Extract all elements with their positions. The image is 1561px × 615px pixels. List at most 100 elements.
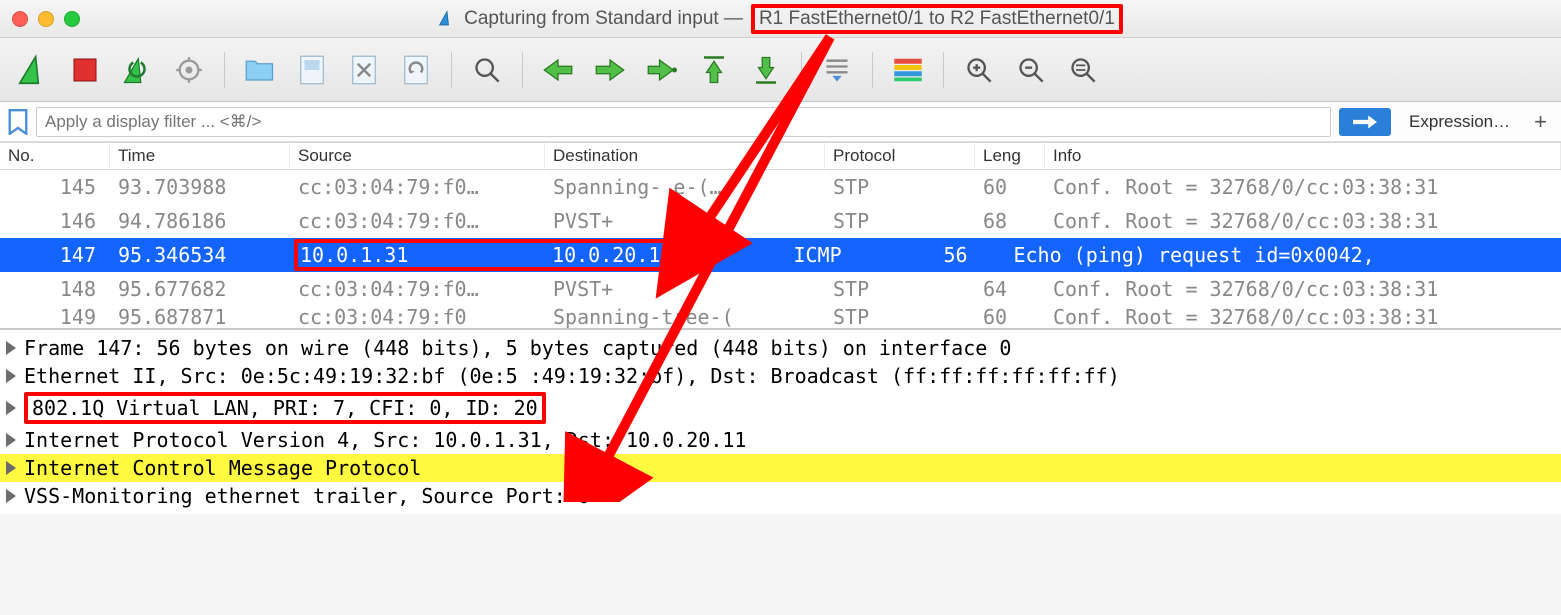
detail-icmp[interactable]: Internet Control Message Protocol [0,454,1561,482]
detail-ethernet[interactable]: Ethernet II, Src: 0e:5c:49:19:32:bf (0e:… [0,362,1561,390]
packet-no: 146 [0,209,110,233]
zoom-in-button[interactable] [956,47,1002,93]
packet-row[interactable]: 145 93.703988 cc:03:04:79:f0… Spanning- … [0,170,1561,204]
minimize-window-button[interactable] [38,11,54,27]
column-no[interactable]: No. [0,143,110,169]
arrow-right-icon [1352,114,1378,130]
go-previous-button[interactable] [535,47,581,93]
packet-protocol: STP [825,175,975,199]
open-file-button[interactable] [237,47,283,93]
display-filter-input[interactable] [36,107,1331,137]
window-title-prefix: Capturing from Standard input — [464,8,743,30]
column-protocol[interactable]: Protocol [825,143,975,169]
zoom-out-button[interactable] [1008,47,1054,93]
restart-capture-button[interactable] [114,47,160,93]
detail-vlan-text: 802.1Q Virtual LAN, PRI: 7, CFI: 0, ID: … [24,392,546,424]
packet-details-pane[interactable]: Frame 147: 56 bytes on wire (448 bits), … [0,328,1561,514]
column-time[interactable]: Time [110,143,290,169]
detail-vss[interactable]: VSS-Monitoring ethernet trailer, Source … [0,482,1561,510]
detail-frame[interactable]: Frame 147: 56 bytes on wire (448 bits), … [0,334,1561,362]
go-next-button[interactable] [587,47,633,93]
colorize-button[interactable] [885,47,931,93]
detail-frame-text: Frame 147: 56 bytes on wire (448 bits), … [24,336,1011,360]
detail-vss-text: VSS-Monitoring ethernet trailer, Source … [24,484,590,508]
column-length[interactable]: Leng [975,143,1045,169]
packet-source-dest-highlight: 10.0.1.31 10.0.20.11 [290,239,682,271]
go-first-button[interactable] [691,47,737,93]
packet-no: 149 [0,306,110,328]
close-file-button[interactable] [341,47,387,93]
expand-triangle-icon[interactable] [6,433,16,447]
packet-no: 148 [0,277,110,301]
packet-info: Conf. Root = 32768/0/cc:03:38:31 [1045,175,1561,199]
add-filter-button[interactable]: + [1528,109,1553,135]
packet-time: 93.703988 [110,175,290,199]
detail-eth-text: Ethernet II, Src: 0e:5c:49:19:32:bf (0e:… [24,364,1120,388]
packet-protocol: STP [825,277,975,301]
packet-protocol: ICMP [785,243,935,267]
packet-row[interactable]: 146 94.786186 cc:03:04:79:f0… PVST+ STP … [0,204,1561,238]
close-window-button[interactable] [12,11,28,27]
packet-source: cc:03:04:79:f0… [290,209,545,233]
packet-list[interactable]: 145 93.703988 cc:03:04:79:f0… Spanning- … [0,170,1561,328]
start-capture-button[interactable] [10,47,56,93]
column-source[interactable]: Source [290,143,545,169]
packet-row[interactable]: 148 95.677682 cc:03:04:79:f0… PVST+ STP … [0,272,1561,306]
titlebar: Capturing from Standard input — R1 FastE… [0,0,1561,38]
packet-time: 95.687871 [110,306,290,328]
detail-vlan[interactable]: 802.1Q Virtual LAN, PRI: 7, CFI: 0, ID: … [0,390,1561,426]
expand-triangle-icon[interactable] [6,369,16,383]
packet-no: 147 [0,243,110,267]
packet-info: Conf. Root = 32768/0/cc:03:38:31 [1045,277,1561,301]
expression-button[interactable]: Expression… [1399,112,1520,132]
packet-length: 56 [935,243,1005,267]
packet-destination: Spanning-tree-( [545,306,825,328]
app-icon [438,10,456,28]
apply-filter-button[interactable] [1339,108,1391,136]
packet-source: 10.0.1.31 [300,243,540,267]
expand-triangle-icon[interactable] [6,461,16,475]
display-filter-bar: Expression… + [0,102,1561,142]
window-title-interfaces: R1 FastEthernet0/1 to R2 FastEthernet0/1 [751,4,1123,34]
packet-destination: 10.0.20.11 [552,243,672,267]
find-packet-button[interactable] [464,47,510,93]
stop-capture-button[interactable] [62,47,108,93]
column-destination[interactable]: Destination [545,143,825,169]
reload-file-button[interactable] [393,47,439,93]
maximize-window-button[interactable] [64,11,80,27]
autoscroll-button[interactable] [814,47,860,93]
packet-destination: PVST+ [545,277,825,301]
expand-triangle-icon[interactable] [6,341,16,355]
bookmark-icon[interactable] [8,109,28,135]
packet-source: cc:03:04:79:f0… [290,175,545,199]
packet-time: 95.346534 [110,243,290,267]
expand-triangle-icon[interactable] [6,401,16,415]
packet-length: 68 [975,209,1045,233]
app-window: Capturing from Standard input — R1 FastE… [0,0,1561,514]
expand-triangle-icon[interactable] [6,489,16,503]
packet-no: 145 [0,175,110,199]
detail-icmp-text: Internet Control Message Protocol [24,456,421,480]
go-jump-button[interactable] [639,47,685,93]
packet-time: 94.786186 [110,209,290,233]
zoom-reset-button[interactable] [1060,47,1106,93]
packet-row-selected[interactable]: 147 95.346534 10.0.1.31 10.0.20.11 ICMP … [0,238,1561,272]
window-controls [12,11,80,27]
packet-row[interactable]: 149 95.687871 cc:03:04:79:f0 Spanning-tr… [0,306,1561,328]
packet-length: 64 [975,277,1045,301]
detail-ipv4[interactable]: Internet Protocol Version 4, Src: 10.0.1… [0,426,1561,454]
packet-length: 60 [975,175,1045,199]
capture-options-button[interactable] [166,47,212,93]
packet-source: cc:03:04:79:f0… [290,277,545,301]
column-info[interactable]: Info [1045,143,1561,169]
packet-time: 95.677682 [110,277,290,301]
go-last-button[interactable] [743,47,789,93]
packet-list-header: No. Time Source Destination Protocol Len… [0,142,1561,170]
packet-info: Echo (ping) request id=0x0042, [1005,243,1561,267]
packet-protocol: STP [825,306,975,328]
save-file-button[interactable] [289,47,335,93]
packet-destination: Spanning- e-(… [545,175,825,199]
main-toolbar [0,38,1561,102]
packet-destination: PVST+ [545,209,825,233]
packet-length: 60 [975,306,1045,328]
